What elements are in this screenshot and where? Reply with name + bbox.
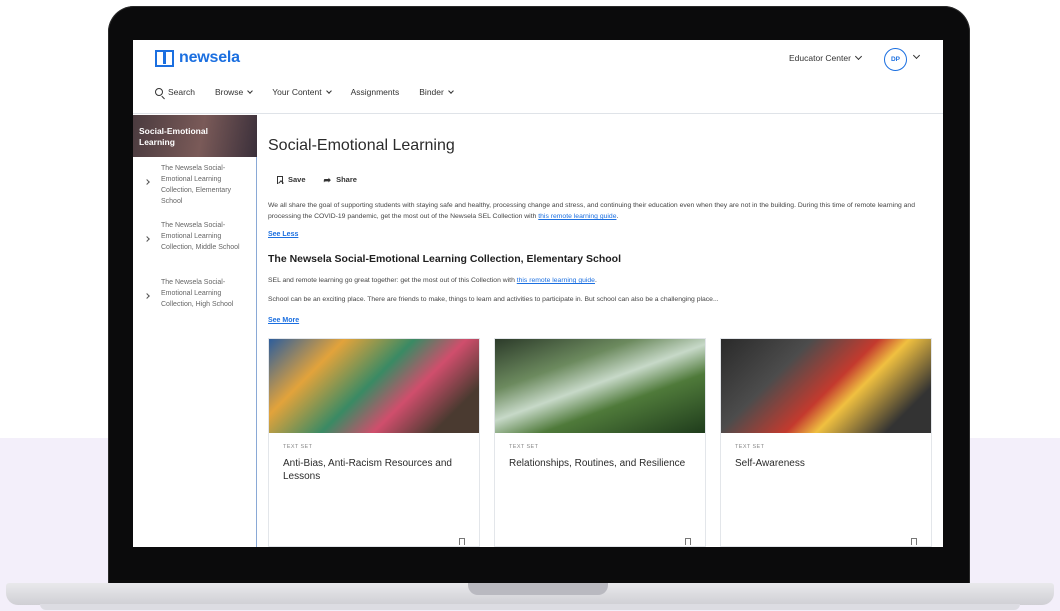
chevron-down-icon <box>325 87 332 94</box>
card-title: Anti-Bias, Anti-Racism Resources and Les… <box>283 458 452 482</box>
nav-your-content-label: Your Content <box>272 87 322 97</box>
stage: newsela Educator Center DP Search Browse… <box>0 0 1060 611</box>
sidebar-list: The Newsela Social-Emotional Learning Co… <box>133 163 257 334</box>
page-title: Social-Emotional Learning <box>268 137 455 154</box>
sidebar-hero[interactable]: Social-Emotional Learning <box>133 115 257 157</box>
card-kicker: TEXT SET <box>283 444 313 450</box>
period: . <box>616 213 619 220</box>
bookmark-icon <box>277 175 283 184</box>
nav-browse-label: Browse <box>214 87 244 97</box>
period: . <box>594 277 597 284</box>
card-title: Relationships, Routines, and Resilience <box>509 458 686 469</box>
remote-learning-guide-link[interactable]: this remote learning guide <box>538 213 616 220</box>
sidebar-item-label: The Newsela Social-Emotional Learning Co… <box>161 165 232 205</box>
sidebar-item-label: The Newsela Social-Emotional Learning Co… <box>161 222 240 251</box>
chevron-down-icon <box>247 87 254 94</box>
browser-screen: newsela Educator Center DP Search Browse… <box>133 40 943 547</box>
section-title: The Newsela Social-Emotional Learning Co… <box>268 253 621 265</box>
chevron-down-icon <box>448 87 454 94</box>
main-content: Social-Emotional Learning Save ➦ Share W… <box>268 115 940 547</box>
newsela-logo-icon <box>155 49 174 67</box>
avatar[interactable]: DP <box>884 48 907 71</box>
bookmark-icon[interactable] <box>685 538 691 545</box>
nav-assignments-label: Assignments <box>350 87 400 97</box>
sidebar-hero-title: Social-Emotional Learning <box>139 126 208 147</box>
text-set-card[interactable]: TEXT SET Self-Awareness <box>720 338 932 547</box>
educator-center-menu[interactable]: Educator Center <box>789 52 862 63</box>
sidebar-item-middle[interactable]: The Newsela Social-Emotional Learning Co… <box>133 220 257 277</box>
card-image <box>721 339 931 433</box>
main-nav: Search Browse Your Content Assignments B… <box>155 87 454 97</box>
chevron-down-icon <box>854 52 862 61</box>
sidebar-item-elementary[interactable]: The Newsela Social-Emotional Learning Co… <box>133 163 257 220</box>
laptop-base-shadow <box>40 604 1020 610</box>
nav-assignments[interactable]: Assignments <box>351 87 400 97</box>
text-set-card[interactable]: TEXT SET Relationships, Routines, and Re… <box>494 338 706 547</box>
nav-search[interactable]: Search <box>155 87 195 97</box>
card-image <box>269 339 479 433</box>
site-header: newsela Educator Center DP Search Browse… <box>133 40 943 114</box>
collection-description: We all share the goal of supporting stud… <box>268 200 928 222</box>
section-paragraph-1: SEL and remote learning go great togethe… <box>268 277 597 284</box>
section-p1-text: SEL and remote learning go great togethe… <box>268 277 515 284</box>
nav-binder-label: Binder <box>419 87 444 97</box>
card-title: Self-Awareness <box>735 458 805 469</box>
text-set-cards: TEXT SET Anti-Bias, Anti-Racism Resource… <box>268 338 932 547</box>
logo-text: newsela <box>179 49 240 66</box>
share-button[interactable]: ➦ Share <box>324 175 357 184</box>
section-paragraph-2: School can be an exciting place. There a… <box>268 296 719 303</box>
action-bar: Save ➦ Share <box>277 175 357 184</box>
logo[interactable]: newsela <box>155 49 240 67</box>
save-label: Save <box>288 175 306 184</box>
sidebar-item-label: The Newsela Social-Emotional Learning Co… <box>161 279 234 308</box>
bookmark-icon[interactable] <box>911 538 917 545</box>
search-icon <box>155 88 163 96</box>
nav-browse[interactable]: Browse <box>214 87 254 97</box>
card-kicker: TEXT SET <box>735 444 765 450</box>
sidebar-item-high[interactable]: The Newsela Social-Emotional Learning Co… <box>133 277 257 334</box>
chevron-right-icon <box>144 179 150 185</box>
remote-learning-guide-link[interactable]: this remote learning guide <box>517 277 595 284</box>
see-less-link[interactable]: See Less <box>268 231 298 238</box>
nav-search-label: Search <box>168 87 195 97</box>
see-more-link[interactable]: See More <box>268 317 299 324</box>
chevron-right-icon <box>144 236 150 242</box>
share-arrow-icon: ➦ <box>323 174 332 185</box>
bookmark-icon[interactable] <box>459 538 465 545</box>
educator-center-label: Educator Center <box>789 53 851 63</box>
nav-your-content[interactable]: Your Content <box>272 87 332 97</box>
card-kicker: TEXT SET <box>509 444 539 450</box>
nav-binder[interactable]: Binder <box>419 87 454 97</box>
laptop-notch <box>468 583 608 595</box>
share-label: Share <box>336 175 357 184</box>
text-set-card[interactable]: TEXT SET Anti-Bias, Anti-Racism Resource… <box>268 338 480 547</box>
collection-sidebar: Social-Emotional Learning The Newsela So… <box>133 115 257 547</box>
chevron-down-icon[interactable] <box>912 51 921 60</box>
card-image <box>495 339 705 433</box>
save-button[interactable]: Save <box>277 175 306 184</box>
chevron-right-icon <box>144 293 150 299</box>
